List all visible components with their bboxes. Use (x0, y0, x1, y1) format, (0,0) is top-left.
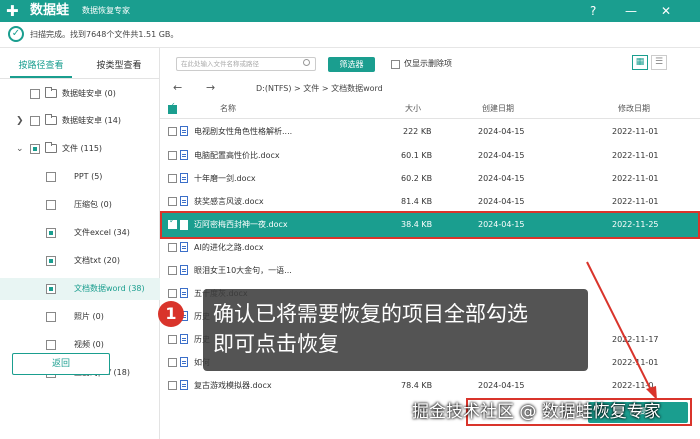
arrow-head (646, 386, 657, 400)
annotation-arrow (586, 261, 657, 400)
watermark: 掘金技术社区 @ 数据蛙恢复专家 (412, 402, 661, 422)
arrow-shaft (586, 261, 653, 393)
